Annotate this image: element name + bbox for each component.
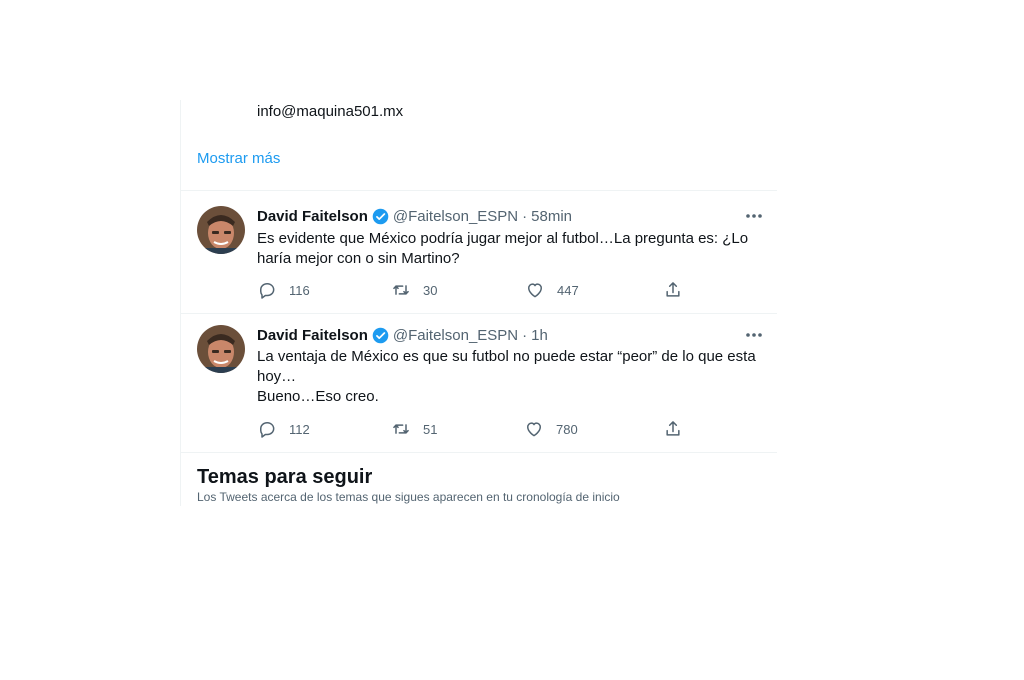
reply-icon — [260, 422, 275, 438]
more-icon[interactable] — [743, 206, 765, 226]
retweet-count: 51 — [423, 421, 438, 437]
tweet-text: Es evidente que México podría jugar mejo… — [257, 229, 765, 269]
author-handle[interactable]: @Faitelson_ESPN — [393, 327, 518, 344]
tweet-header: David Faitelson @Faitelson_ESPN · 58min — [257, 206, 572, 226]
retweet-button[interactable]: 30 — [391, 280, 437, 300]
divider — [181, 313, 777, 314]
like-icon — [527, 422, 541, 437]
like-count: 447 — [557, 282, 579, 298]
share-icon — [666, 282, 680, 297]
tweet-text: La ventaja de México es que su futbol no… — [257, 347, 765, 407]
reply-count: 112 — [289, 421, 310, 437]
cut-off-text: info@maquina501.mx — [257, 103, 404, 120]
author-handle[interactable]: @Faitelson_ESPN — [393, 208, 518, 225]
retweet-count: 30 — [423, 282, 438, 298]
show-more-link[interactable]: Mostrar más — [197, 150, 280, 167]
author-name[interactable]: David Faitelson — [257, 208, 368, 225]
topics-section-subtitle: Los Tweets acerca de los temas que sigue… — [197, 490, 620, 504]
divider — [181, 452, 777, 453]
tweet-actions: 116 30 447 — [257, 280, 680, 300]
verified-badge-icon — [372, 327, 389, 344]
retweet-button[interactable]: 51 — [391, 419, 437, 439]
separator-dot: · — [522, 207, 528, 225]
tweet-text-line: Bueno…Eso creo. — [257, 388, 379, 405]
retweet-icon — [393, 285, 409, 295]
tweet-actions: 112 51 780 — [257, 419, 680, 439]
reply-button[interactable]: 116 — [257, 280, 310, 300]
like-icon — [528, 283, 542, 298]
like-button[interactable]: 780 — [524, 419, 578, 439]
more-icon[interactable] — [743, 325, 765, 345]
like-button[interactable]: 447 — [525, 280, 579, 300]
topics-section-title: Temas para seguir — [197, 466, 373, 488]
author-name[interactable]: David Faitelson — [257, 327, 368, 344]
tweet-time[interactable]: 58min — [531, 208, 572, 225]
reply-icon — [260, 283, 275, 299]
tweet-time[interactable]: 1h — [531, 327, 548, 344]
separator-dot: · — [522, 326, 528, 344]
reply-count: 116 — [289, 282, 310, 298]
reply-button[interactable]: 112 — [257, 419, 310, 439]
retweet-icon — [393, 424, 409, 434]
like-count: 780 — [556, 421, 578, 437]
tweet-text-line: La ventaja de México es que su futbol no… — [257, 348, 756, 365]
tweet-text-line: haría mejor con o sin Martino? — [257, 250, 460, 267]
avatar[interactable] — [197, 325, 245, 373]
tweet-text-line: Es evidente que México podría jugar mejo… — [257, 230, 749, 247]
timeline-panel: info@maquina501.mx Mostrar más David Fai… — [180, 100, 777, 506]
tweet-text-line: hoy… — [257, 368, 297, 385]
share-button[interactable] — [663, 280, 683, 300]
share-button[interactable] — [663, 419, 683, 439]
verified-badge-icon — [372, 208, 389, 225]
divider — [181, 190, 777, 191]
tweet-header: David Faitelson @Faitelson_ESPN · 1h — [257, 325, 548, 345]
avatar[interactable] — [197, 206, 245, 254]
share-icon — [666, 421, 680, 436]
